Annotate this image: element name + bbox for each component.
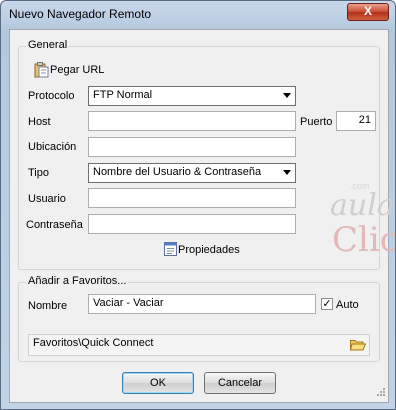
port-input[interactable]: 21	[336, 111, 376, 131]
auto-label: Auto	[336, 299, 359, 311]
name-label: Nombre	[28, 300, 68, 312]
watermark-clic: Clic	[332, 220, 396, 260]
type-label: Tipo	[28, 167, 49, 179]
window-title: Nuevo Navegador Remoto	[9, 7, 152, 21]
close-button[interactable]: X	[347, 3, 389, 21]
password-input[interactable]	[88, 214, 296, 234]
location-label: Ubicación	[28, 141, 77, 153]
chevron-down-icon	[283, 93, 291, 98]
favorites-path-value: Favoritos\Quick Connect	[33, 337, 154, 349]
host-label: Host	[28, 116, 51, 128]
watermark-aula: aula	[330, 188, 395, 223]
type-select[interactable]: Nombre del Usuario & Contraseña	[88, 163, 296, 183]
protocol-value: FTP Normal	[93, 89, 153, 101]
name-input[interactable]: Vaciar - Vaciar	[88, 294, 316, 314]
clipboard-icon	[34, 62, 49, 81]
user-input[interactable]	[88, 188, 296, 208]
general-group	[18, 46, 380, 270]
properties-label: Propiedades	[178, 244, 240, 256]
paste-url-label: Pegar URL	[50, 64, 105, 76]
title-bar[interactable]: Nuevo Navegador Remoto X	[1, 1, 395, 27]
auto-checkbox[interactable]: ✓	[321, 298, 333, 310]
watermark-suffix: .com	[350, 181, 370, 191]
user-label: Usuario	[28, 193, 66, 205]
ok-button[interactable]: OK	[122, 372, 194, 394]
host-input[interactable]	[88, 111, 296, 131]
protocol-label: Protocolo	[28, 90, 75, 102]
general-group-title: General	[26, 39, 70, 51]
favorites-path-field[interactable]: Favoritos\Quick Connect	[28, 334, 370, 356]
cancel-button[interactable]: Cancelar	[204, 372, 276, 394]
dialog-body: General Pegar URL Protocolo FTP Normal H…	[9, 29, 395, 403]
dialog-window: Nuevo Navegador Remoto X General Pegar U…	[0, 0, 396, 410]
resize-grip-icon[interactable]	[376, 387, 386, 400]
favorites-group-title: Añadir a Favoritos...	[26, 275, 129, 287]
port-label: Puerto	[300, 116, 333, 128]
type-value: Nombre del Usuario & Contraseña	[93, 166, 262, 178]
folder-icon[interactable]	[349, 339, 367, 354]
properties-icon	[164, 242, 178, 260]
password-label: Contraseña	[26, 219, 83, 231]
location-input[interactable]	[88, 137, 296, 157]
chevron-down-icon	[283, 170, 291, 175]
protocol-select[interactable]: FTP Normal	[88, 86, 296, 106]
